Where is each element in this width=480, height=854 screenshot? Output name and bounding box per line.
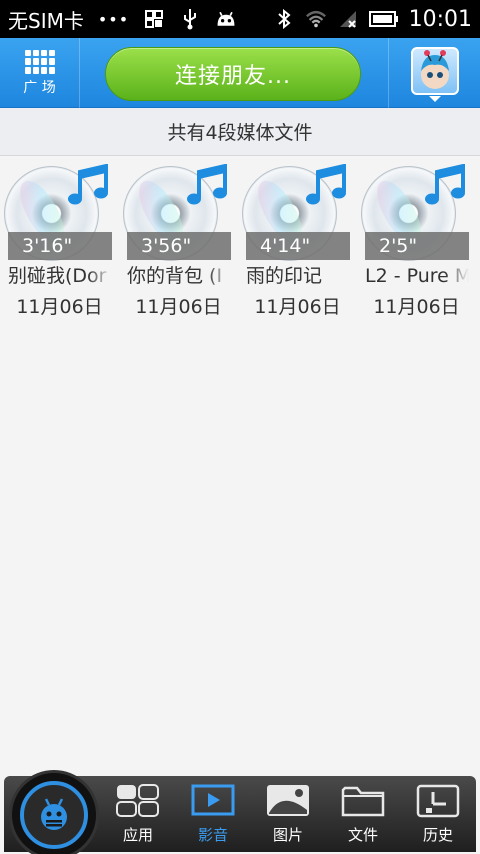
android-icon: [215, 8, 237, 30]
media-date: 11月06日: [16, 296, 103, 318]
nav-label: 历史: [422, 826, 453, 844]
clock: 10:01: [408, 6, 472, 32]
media-title: 别碰我(Dor: [8, 262, 112, 290]
dropdown-caret-icon[interactable]: [429, 96, 441, 102]
media-grid: 3'16" 别碰我(Dor 11月06日 3'56" 你的背包 (I 11月06…: [0, 160, 480, 320]
media-title: 你的背包 (I: [127, 262, 231, 290]
signal-icon: [337, 8, 359, 30]
media-item[interactable]: 2'5" L2 - Pure M 11月06日: [357, 160, 476, 320]
music-note-icon: [306, 164, 346, 205]
media-date: 11月06日: [135, 296, 222, 318]
nav-label: 应用: [122, 826, 153, 844]
nav-label: 图片: [272, 826, 303, 844]
grid-notification-icon: [143, 8, 165, 30]
divider: [388, 38, 389, 108]
history-icon: [415, 782, 461, 820]
plaza-label: 广 场: [23, 79, 56, 96]
media-item[interactable]: 3'56" 你的背包 (I 11月06日: [119, 160, 238, 320]
wifi-icon: [305, 8, 327, 30]
media-duration: 4'14": [246, 232, 350, 260]
folder-icon: [340, 782, 386, 820]
media-duration: 2'5": [365, 232, 469, 260]
play-icon: [190, 782, 236, 820]
media-duration: 3'56": [127, 232, 231, 260]
top-bar: 广 场 连接朋友...: [0, 38, 480, 108]
media-title: L2 - Pure M: [365, 262, 469, 290]
connect-friends-button[interactable]: 连接朋友...: [105, 47, 361, 101]
nav-label: 文件: [347, 826, 378, 844]
robot-main-button[interactable]: [9, 770, 99, 854]
music-note-icon: [187, 164, 227, 205]
music-note-icon: [68, 164, 108, 205]
nav-label: 影音: [197, 826, 228, 844]
apps-icon: [115, 782, 161, 820]
more-dots: •••: [97, 9, 130, 29]
image-icon: [265, 782, 311, 820]
status-bar: 无SIM卡 ••• 10:01: [0, 0, 480, 38]
plaza-button[interactable]: 广 场: [0, 38, 80, 108]
avatar[interactable]: [411, 47, 459, 95]
nav-apps[interactable]: 应用: [104, 782, 172, 848]
media-duration: 3'16": [8, 232, 112, 260]
nav-pictures[interactable]: 图片: [254, 782, 322, 848]
media-date: 11月06日: [254, 296, 341, 318]
music-note-icon: [425, 164, 465, 205]
nav-history[interactable]: 历史: [404, 782, 472, 848]
usb-icon: [179, 8, 201, 30]
grid-icon: [24, 49, 55, 74]
media-item[interactable]: 3'16" 别碰我(Dor 11月06日: [0, 160, 119, 320]
media-summary: 共有4段媒体文件: [0, 108, 480, 156]
media-title: 雨的印记: [246, 262, 350, 290]
robot-icon: [20, 781, 88, 849]
battery-icon: [368, 8, 399, 30]
media-date: 11月06日: [373, 296, 460, 318]
bluetooth-icon: [273, 8, 295, 30]
nav-files[interactable]: 文件: [329, 782, 397, 848]
media-item[interactable]: 4'14" 雨的印记 11月06日: [238, 160, 357, 320]
carrier-label: 无SIM卡: [8, 8, 84, 33]
nav-media[interactable]: 影音: [179, 782, 247, 848]
